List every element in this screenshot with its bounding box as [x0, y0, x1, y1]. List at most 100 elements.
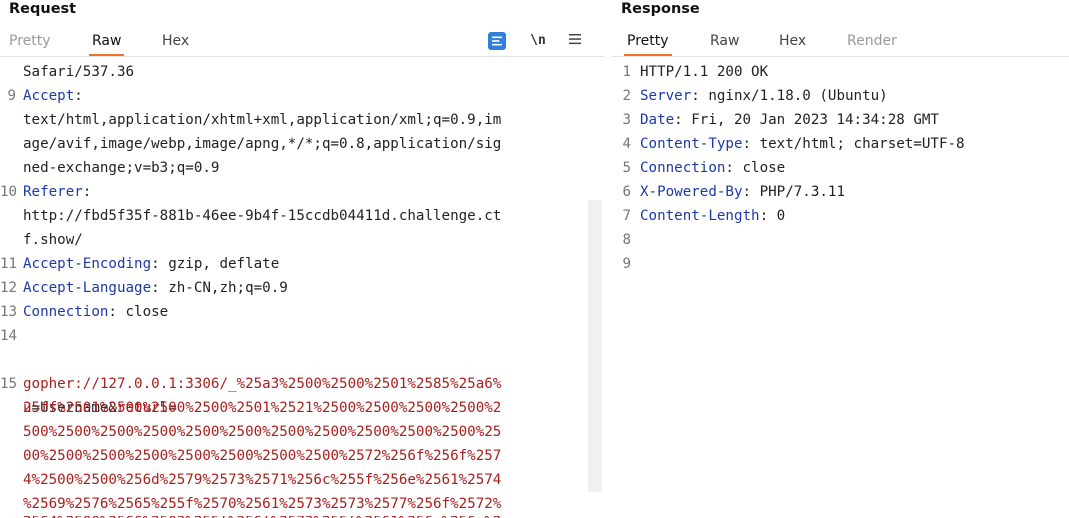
line-text: http://fbd5f35f-881b-46ee-9b4f-15ccdb044…	[23, 204, 501, 228]
line-number: 6	[622, 184, 631, 200]
line-text: Connection: close	[23, 300, 168, 324]
header-value: age/avif,image/webp,image/apng,*/*;q=0.8…	[23, 136, 502, 152]
line-text: text/html,application/xhtml+xml,applicat…	[23, 108, 501, 132]
word-wrap-icon[interactable]	[488, 32, 506, 50]
request-tab-raw[interactable]: Raw	[89, 28, 125, 56]
response-tab-pretty-label: Pretty	[627, 33, 669, 49]
header-name: Server	[640, 88, 692, 104]
hamburger-menu-icon-glyph	[569, 34, 581, 45]
request-editor[interactable]: Safari/537.36 9 Accept: text/html,applicati…	[0, 60, 604, 518]
header-name: Accept-Encoding	[23, 256, 152, 272]
response-line: 9	[612, 252, 1069, 276]
request-line: http://fbd5f35f-881b-46ee-9b4f-15ccdb044…	[0, 204, 604, 228]
header-value: : text/html; charset=UTF-8	[742, 136, 965, 152]
header-value: http://fbd5f35f-881b-46ee-9b4f-15ccdb044…	[23, 208, 502, 224]
response-line: 2 Server: nginx/1.18.0 (Ubuntu)	[612, 84, 1069, 108]
response-editor[interactable]: 1 HTTP/1.1 200 OK 2 Server: nginx/1.18.0 (U…	[612, 60, 1069, 276]
line-number: 12	[0, 280, 18, 296]
line-number: 1	[622, 64, 631, 80]
body-text: 00%2500%2500%2500%2500%2500%2500%2500%25…	[23, 448, 502, 464]
line-text: Content-Length: 0	[640, 204, 785, 228]
header-name: Accept	[23, 88, 75, 104]
line-text: Accept:	[23, 84, 83, 108]
request-line: Safari/537.36	[0, 60, 604, 84]
header-value: HTTP/1.1 200 OK	[640, 64, 769, 80]
request-line: f.show/	[0, 228, 604, 252]
response-panel: Response Pretty Raw Hex Render 1 HTTP/1.1…	[612, 0, 1069, 518]
header-value: : 0	[759, 208, 786, 224]
response-tab-raw[interactable]: Raw	[710, 28, 739, 54]
response-tab-render[interactable]: Render	[847, 28, 897, 54]
request-tab-separator	[0, 56, 604, 57]
line-text: Safari/537.36	[23, 60, 134, 84]
request-body-wrapped-line: 500%2500%2500%2500%2500%2500%2500%2500%2…	[0, 420, 604, 444]
header-name: Referer	[23, 184, 83, 200]
header-value: :	[74, 88, 83, 104]
body-text: gopher://127.0.0.1:3306/_%25a3%2500%2500…	[23, 376, 502, 392]
header-value: f.show/	[23, 232, 83, 248]
line-number: 13	[0, 304, 18, 320]
header-value: : zh-CN,zh;q=0.9	[151, 280, 288, 296]
request-body-wrapped-line: gopher://127.0.0.1:3306/_%25a3%2500%2500…	[0, 372, 604, 396]
line-text: Connection: close	[640, 156, 785, 180]
line-text: Accept-Encoding: gzip, deflate	[23, 252, 279, 276]
body-text: 25ff%2501%2500%2500%2500%2501%2521%2500%…	[23, 400, 502, 416]
request-line: 9 Accept:	[0, 84, 604, 108]
header-value: : PHP/7.3.11	[742, 184, 846, 200]
request-body-wrapped-line: 25ff%2501%2500%2500%2500%2501%2521%2500%…	[0, 396, 604, 420]
response-line: 1 HTTP/1.1 200 OK	[612, 60, 1069, 84]
line-text: Referer:	[23, 180, 91, 204]
line-number: 9	[7, 88, 16, 104]
line-number: 7	[622, 208, 631, 224]
line-text: ned-exchange;v=b3;q=0.9	[23, 156, 219, 180]
line-number: 5	[622, 160, 631, 176]
header-value: : close	[108, 304, 169, 320]
response-line: 8	[612, 228, 1069, 252]
header-name: Content-Length	[640, 208, 760, 224]
panel-divider[interactable]	[604, 0, 612, 518]
word-wrap-icon-glyph	[492, 36, 502, 46]
request-line: 11 Accept-Encoding: gzip, deflate	[0, 252, 604, 276]
line-number: 14	[0, 328, 18, 344]
line-number: 11	[0, 256, 18, 272]
request-line: 14	[0, 324, 604, 348]
response-tab-pretty[interactable]: Pretty	[624, 28, 672, 56]
body-text: 4%2500%2500%256d%2579%2573%2571%256c%255…	[23, 472, 502, 488]
line-text: f.show/	[23, 228, 83, 252]
response-title: Response	[621, 1, 700, 17]
body-text: 500%2500%2500%2500%2500%2500%2500%2500%2…	[23, 424, 502, 440]
response-tab-separator	[612, 56, 1069, 57]
line-number: 2	[622, 88, 631, 104]
line-text: Server: nginx/1.18.0 (Ubuntu)	[640, 84, 888, 108]
response-line: 4 Content-Type: text/html; charset=UTF-8	[612, 132, 1069, 156]
header-name: Accept-Language	[23, 280, 152, 296]
request-tab-pretty[interactable]: Pretty	[9, 28, 51, 54]
response-line: 3 Date: Fri, 20 Jan 2023 14:34:28 GMT	[612, 108, 1069, 132]
header-value: : Fri, 20 Jan 2023 14:34:28 GMT	[674, 112, 939, 128]
hamburger-menu-icon[interactable]	[566, 32, 584, 50]
header-value: text/html,application/xhtml+xml,applicat…	[23, 112, 502, 128]
response-line: 5 Connection: close	[612, 156, 1069, 180]
show-newlines-button[interactable]: \n	[528, 32, 548, 50]
request-line: text/html,application/xhtml+xml,applicat…	[0, 108, 604, 132]
line-text: HTTP/1.1 200 OK	[640, 60, 768, 84]
line-number: 9	[622, 256, 631, 272]
header-value: ned-exchange;v=b3;q=0.9	[23, 160, 220, 176]
header-value: : gzip, deflate	[151, 256, 280, 272]
line-text: Content-Type: text/html; charset=UTF-8	[640, 132, 965, 156]
response-line: 7 Content-Length: 0	[612, 204, 1069, 228]
header-value: : nginx/1.18.0 (Ubuntu)	[691, 88, 888, 104]
line-text: X-Powered-By: PHP/7.3.11	[640, 180, 845, 204]
line-text: Date: Fri, 20 Jan 2023 14:34:28 GMT	[640, 108, 939, 132]
line-text: age/avif,image/webp,image/apng,*/*;q=0.8…	[23, 132, 501, 156]
request-line: 13 Connection: close	[0, 300, 604, 324]
request-body-wrapped-line: 00%2500%2500%2500%2500%2500%2500%2500%25…	[0, 444, 604, 468]
request-tab-raw-label: Raw	[92, 33, 122, 49]
request-line: 10 Referer:	[0, 180, 604, 204]
request-title: Request	[9, 1, 77, 17]
request-tab-hex[interactable]: Hex	[162, 28, 189, 54]
request-line: 12 Accept-Language: zh-CN,zh;q=0.9	[0, 276, 604, 300]
response-tab-hex[interactable]: Hex	[779, 28, 806, 54]
line-number: 10	[0, 184, 18, 200]
header-name: Content-Type	[640, 136, 743, 152]
